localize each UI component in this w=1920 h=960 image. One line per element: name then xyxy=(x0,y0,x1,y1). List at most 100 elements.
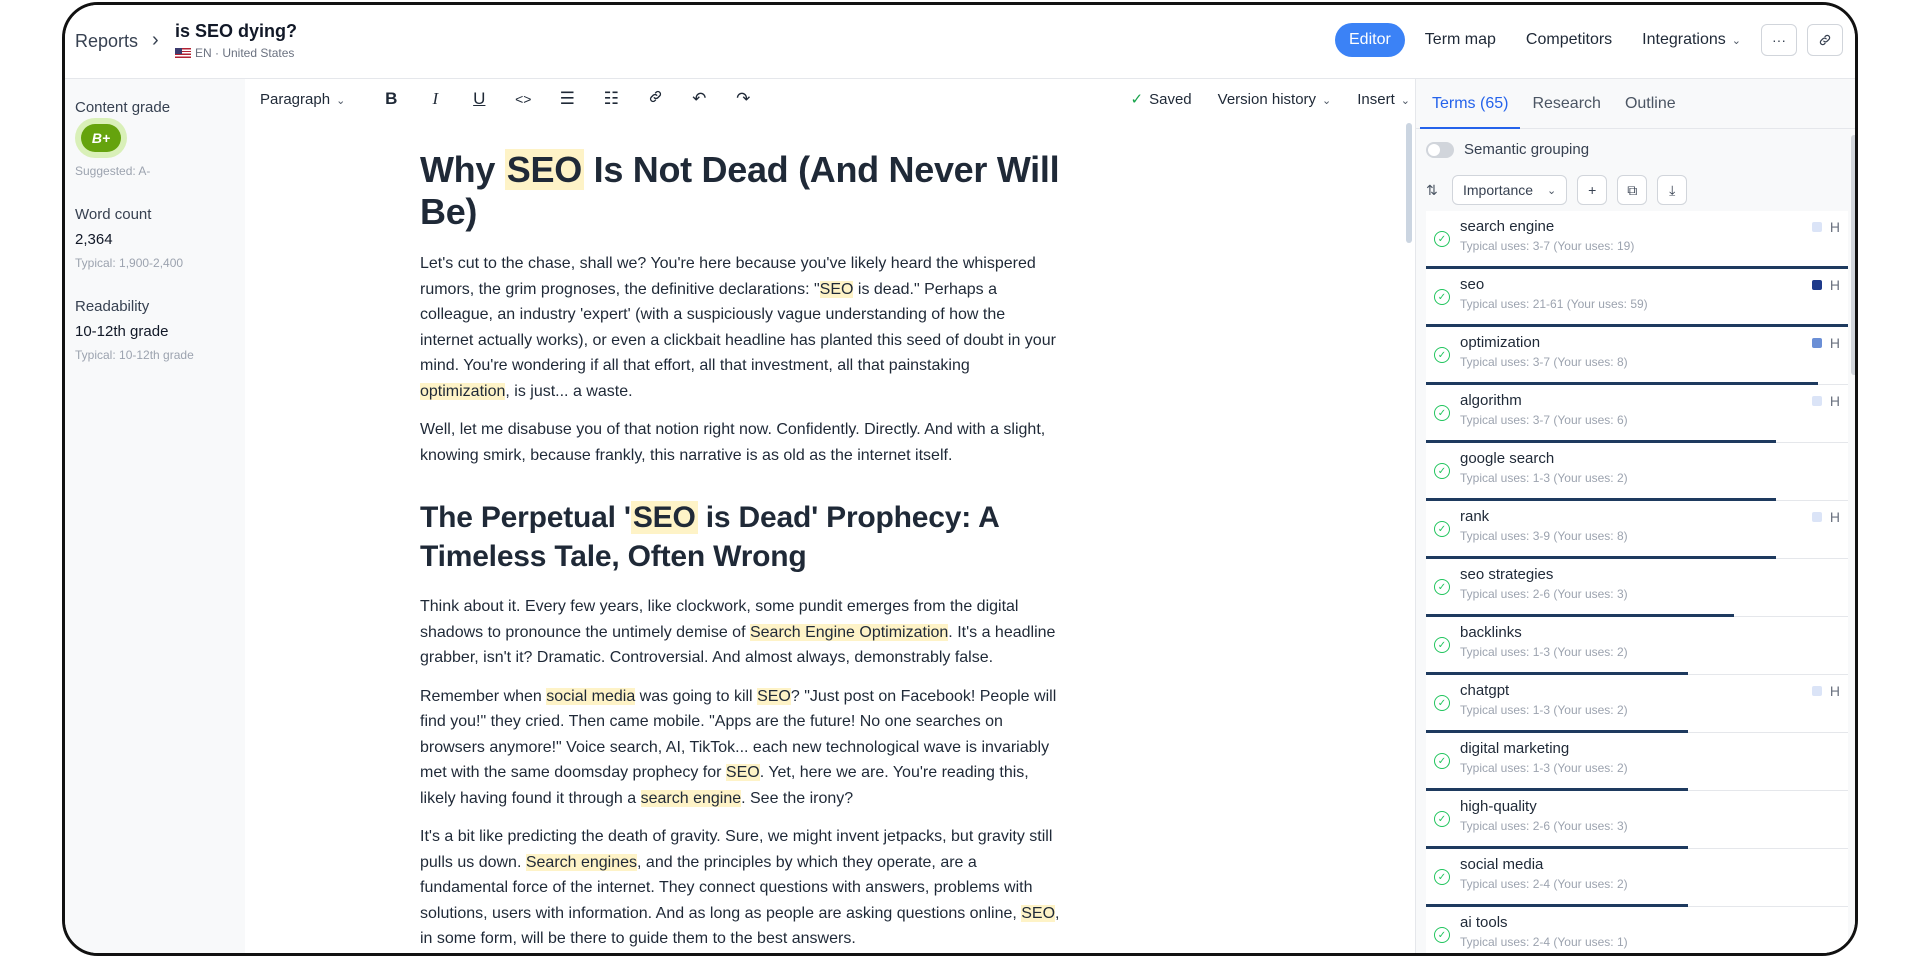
more-options-button[interactable]: ··· xyxy=(1761,24,1797,56)
add-term-button[interactable]: + xyxy=(1577,175,1608,205)
paragraph: Let's cut to the chase, shall we? You're… xyxy=(420,251,1060,404)
term-item[interactable]: ✓ algorithm Typical uses: 3-7 (Your uses: … xyxy=(1426,385,1848,443)
term-item[interactable]: ✓ rank Typical uses: 3-9 (Your uses: 8) H xyxy=(1426,501,1848,559)
insert-dropdown[interactable]: Insert ⌄ xyxy=(1357,91,1410,108)
tab-editor[interactable]: Editor xyxy=(1335,23,1405,57)
paragraph: Remember when social media was going to … xyxy=(420,684,1060,812)
term-highlight: search engine xyxy=(640,789,742,807)
editor-scrollbar-track[interactable] xyxy=(1405,119,1413,953)
term-highlight: Search Engine Optimization xyxy=(749,623,949,641)
version-history-label: Version history xyxy=(1217,90,1317,108)
saved-label: Saved xyxy=(1149,91,1192,108)
italic-icon[interactable]: I xyxy=(413,89,457,109)
bold-icon[interactable]: B xyxy=(369,89,413,109)
word-count-typical: Typical: 1,900-2,400 xyxy=(75,256,184,270)
heading-label: H xyxy=(1829,683,1840,699)
undo-icon[interactable]: ↶ xyxy=(677,89,721,109)
check-circle-icon: ✓ xyxy=(1434,231,1450,247)
sort-select[interactable]: Importance ⌄ xyxy=(1452,175,1568,205)
tab-research[interactable]: Research xyxy=(1520,79,1612,128)
tab-terms[interactable]: Terms (65) xyxy=(1420,79,1521,129)
editor-scrollbar-thumb[interactable] xyxy=(1406,123,1412,243)
chevron-down-icon: ⌄ xyxy=(1547,184,1557,197)
term-item[interactable]: ✓ search engine Typical uses: 3-7 (Your us… xyxy=(1426,211,1848,269)
heading-label: H xyxy=(1829,277,1840,293)
term-item[interactable]: ✓ backlinks Typical uses: 1-3 (Your uses: … xyxy=(1426,617,1848,675)
suggested-grade: Suggested: A- xyxy=(75,164,151,178)
redo-icon[interactable]: ↷ xyxy=(721,89,765,109)
integrations-label: Integrations xyxy=(1642,31,1726,48)
sort-bar: ⇅ Importance ⌄ + ⧉ ⤓ xyxy=(1426,175,1688,205)
bullet-list-icon[interactable]: ☰ xyxy=(545,89,589,109)
document-editor[interactable]: Why SEO Is Not Dead (And Never Will Be) … xyxy=(245,119,1405,953)
top-nav: Editor Term map Competitors Integrations… xyxy=(1335,23,1843,57)
terms-tabs: Terms (65) Research Outline xyxy=(1416,79,1855,129)
heading-label: H xyxy=(1829,219,1840,235)
chevron-down-icon: ⌄ xyxy=(1731,35,1741,47)
term-item[interactable]: ✓ social media Typical uses: 2-4 (Your use… xyxy=(1426,849,1848,907)
term-highlight: Search engines xyxy=(525,853,638,871)
tab-outline[interactable]: Outline xyxy=(1613,79,1688,128)
term-highlight: SEO xyxy=(725,764,760,781)
content-grade-block: Content grade B+ Suggested: A- xyxy=(75,99,245,178)
check-icon: ✓ xyxy=(1130,91,1144,108)
copy-terms-button[interactable]: ⧉ xyxy=(1617,175,1648,205)
term-highlight: SEO xyxy=(757,687,791,705)
numbered-list-icon[interactable]: ☷ xyxy=(589,89,633,109)
paragraph: Well, let me disabuse you of that notion… xyxy=(420,421,1046,464)
paragraph: Think about it. Every few years, like cl… xyxy=(420,594,1060,671)
grade-badge: B+ xyxy=(81,124,121,152)
term-item[interactable]: ✓ seo Typical uses: 21-61 (Your uses: 59) H xyxy=(1426,269,1848,327)
text: . See the irony? xyxy=(741,789,854,807)
heading-usage-indicator: H xyxy=(1811,277,1840,293)
code-icon[interactable]: <> xyxy=(501,91,545,107)
term-uses: Typical uses: 1-3 (Your uses: 2) xyxy=(1460,471,1628,485)
insert-label: Insert xyxy=(1357,90,1395,108)
semantic-grouping-toggle[interactable] xyxy=(1426,141,1454,158)
term-item[interactable]: ✓ chatgpt Typical uses: 1-3 (Your uses: 2)… xyxy=(1426,675,1848,733)
tab-term-map[interactable]: Term map xyxy=(1415,23,1506,57)
breadcrumb-reports[interactable]: Reports xyxy=(75,31,138,52)
check-circle-icon: ✓ xyxy=(1434,289,1450,305)
readability-typical: Typical: 10-12th grade xyxy=(75,348,194,362)
term-highlight: optimization xyxy=(420,382,506,400)
readability-label: Readability xyxy=(75,298,150,315)
paragraph-label: Paragraph xyxy=(260,90,331,108)
term-uses: Typical uses: 3-7 (Your uses: 6) xyxy=(1460,413,1628,427)
check-circle-icon: ✓ xyxy=(1434,637,1450,653)
term-item[interactable]: ✓ google search Typical uses: 1-3 (Your us… xyxy=(1426,443,1848,501)
term-item[interactable]: ✓ seo strategies Typical uses: 2-6 (Your u… xyxy=(1426,559,1848,617)
sort-icon[interactable]: ⇅ xyxy=(1426,182,1442,199)
heading-square-icon xyxy=(1811,396,1822,406)
chevron-down-icon: ⌄ xyxy=(336,94,346,107)
tab-competitors[interactable]: Competitors xyxy=(1516,23,1622,57)
term-item[interactable]: ✓ optimization Typical uses: 3-7 (Your use… xyxy=(1426,327,1848,385)
share-link-button[interactable] xyxy=(1807,24,1843,56)
terms-panel: Terms (65) Research Outline Semantic gro… xyxy=(1415,79,1855,953)
term-name: backlinks xyxy=(1460,624,1522,641)
download-terms-button[interactable]: ⤓ xyxy=(1657,175,1688,205)
version-history-dropdown[interactable]: Version history ⌄ xyxy=(1218,91,1332,108)
underline-icon[interactable]: U xyxy=(457,89,501,109)
app-window: Reports › is SEO dying? EN · United Stat… xyxy=(62,2,1858,956)
text: , is just... a waste. xyxy=(505,382,633,400)
term-uses: Typical uses: 3-7 (Your uses: 8) xyxy=(1460,355,1628,369)
saved-status: ✓ Saved xyxy=(1131,90,1192,108)
link-icon[interactable] xyxy=(633,89,677,109)
document-heading-1: Why SEO Is Not Dead (And Never Will Be) xyxy=(420,149,1060,233)
check-circle-icon: ✓ xyxy=(1434,695,1450,711)
check-circle-icon: ✓ xyxy=(1434,579,1450,595)
term-item[interactable]: ✓ ai tools Typical uses: 2-4 (Your uses: 1… xyxy=(1426,907,1848,953)
document-heading-2: The Perpetual 'SEO is Dead' Prophecy: A … xyxy=(420,498,1060,576)
term-item[interactable]: ✓ digital marketing Typical uses: 1-3 (You… xyxy=(1426,733,1848,791)
paragraph-style-dropdown[interactable]: Paragraph ⌄ xyxy=(260,91,345,108)
terms-scrollbar[interactable] xyxy=(1851,135,1855,375)
term-uses: Typical uses: 1-3 (Your uses: 2) xyxy=(1460,703,1628,717)
text: Remember when xyxy=(420,687,547,705)
readability-value: 10-12th grade xyxy=(75,323,169,340)
semantic-grouping-label: Semantic grouping xyxy=(1464,141,1590,158)
document-content[interactable]: Why SEO Is Not Dead (And Never Will Be) … xyxy=(420,149,1060,953)
heading-label: H xyxy=(1829,335,1840,351)
tab-integrations[interactable]: Integrations ⌄ xyxy=(1632,23,1751,57)
term-item[interactable]: ✓ high-quality Typical uses: 2-6 (Your use… xyxy=(1426,791,1848,849)
